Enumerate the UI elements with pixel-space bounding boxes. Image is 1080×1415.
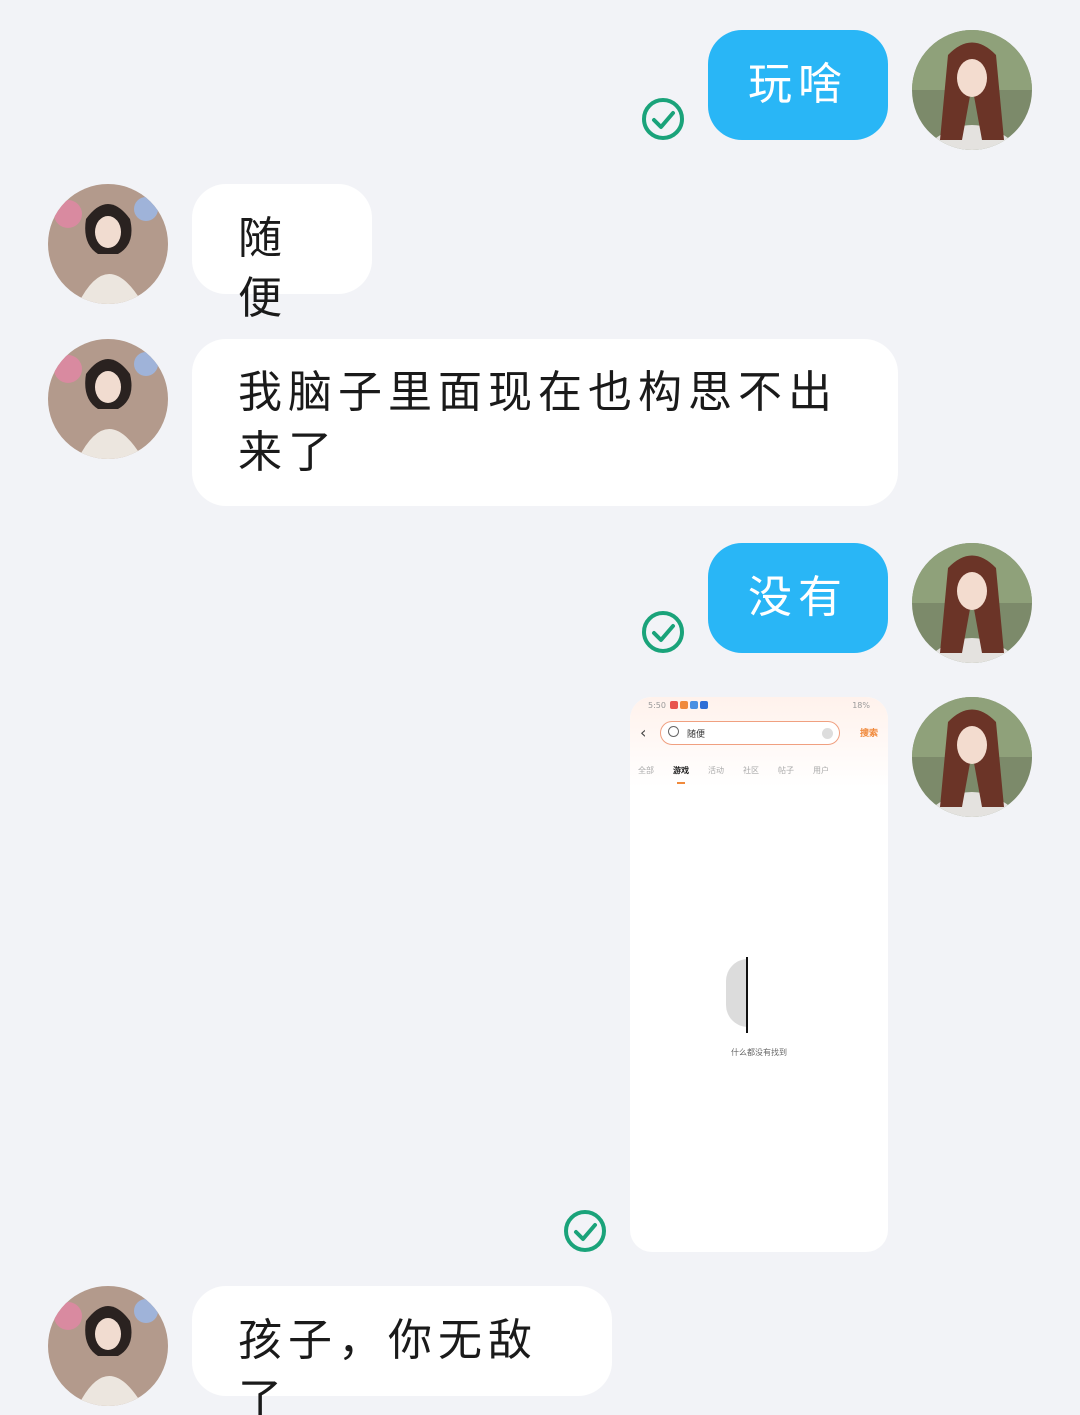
read-check-icon [563,1209,607,1253]
clear-icon [822,728,833,739]
message-bubble-received[interactable]: 我脑子里面现在也构思不出来了 [192,339,898,506]
screenshot-notification-icons [670,701,708,709]
message-bubble-sent[interactable]: 没有 [708,543,888,653]
my-avatar[interactable] [912,697,1032,817]
screenshot-tab: 活动 [708,766,724,775]
screenshot-tabs: 全部 游戏 活动 社区 帖子 用户 [638,765,829,784]
screenshot-search-field: 随便 [660,721,840,745]
read-check-icon [641,97,685,141]
contact-avatar[interactable] [48,339,168,459]
screenshot-tab-active: 游戏 [673,766,689,784]
contact-avatar[interactable] [48,1286,168,1406]
empty-state-illustration [726,959,748,1027]
screenshot-battery: 18% [852,701,870,710]
screenshot-tab: 帖子 [778,766,794,775]
my-avatar[interactable] [912,30,1032,150]
screenshot-status-time: 5:50 [648,701,666,710]
screenshot-search-button: 搜索 [859,729,878,739]
message-bubble-sent[interactable]: 玩啥 [708,30,888,140]
read-check-icon [641,610,685,654]
my-avatar[interactable] [912,543,1032,663]
back-arrow-icon: ‹ [640,723,647,742]
message-bubble-received[interactable]: 随便 [192,184,372,324]
image-message-screenshot[interactable]: 5:50 18% ‹ 随便 搜索 全部 游戏 活动 社区 帖子 用户 什么都没有… [630,697,888,1252]
screenshot-search-query: 随便 [687,730,706,740]
search-icon [668,726,679,737]
screenshot-tab: 社区 [743,766,759,775]
empty-state-line [746,957,748,1033]
message-bubble-received[interactable]: 孩子，你无敌了 [192,1286,612,1415]
empty-state-text: 什么都没有找到 [731,1048,787,1057]
screenshot-tab: 用户 [813,766,829,775]
screenshot-tab: 全部 [638,766,654,775]
contact-avatar[interactable] [48,184,168,304]
